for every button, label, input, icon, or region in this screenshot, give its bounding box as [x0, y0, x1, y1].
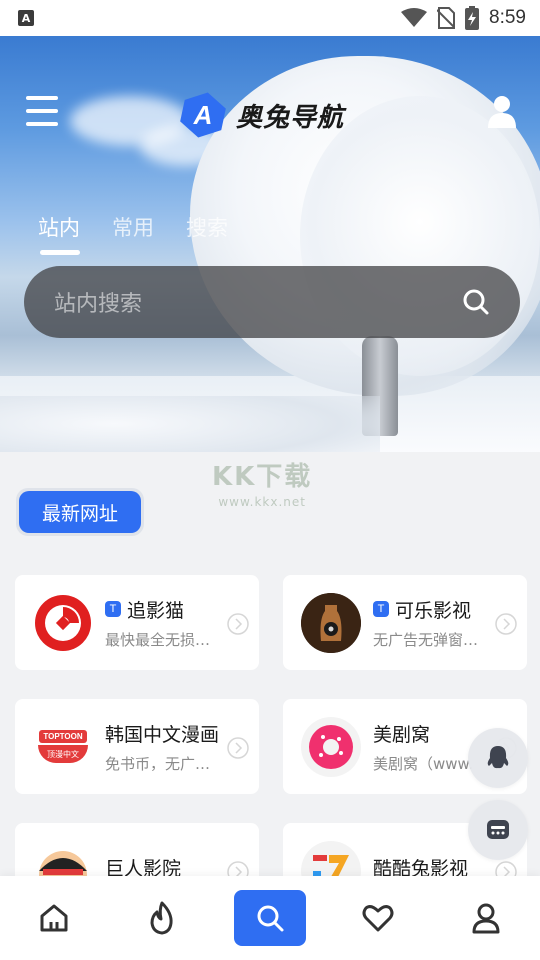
home-icon — [40, 904, 68, 932]
wifi-icon — [401, 8, 428, 27]
zhuiyingmao-logo — [33, 592, 93, 653]
nav-favorites[interactable] — [342, 890, 414, 946]
site-card[interactable]: T 可乐影视 无广告无弹窗… — [283, 575, 527, 670]
qq-icon — [487, 746, 509, 769]
tab-site[interactable]: 站内 — [38, 212, 80, 255]
brand-logo-shape: A — [180, 92, 226, 138]
card-title-row: T 追影猫 — [105, 596, 231, 623]
toptoon-logo: TOPTOON 顶漫中文 — [33, 716, 93, 777]
chevron-right-icon — [495, 613, 517, 635]
notification-app-glyph: A — [21, 11, 31, 25]
card-text: T 可乐影视 无广告无弹窗… — [373, 596, 499, 650]
watermark-title: KK下载 — [212, 462, 313, 492]
card-title-row: T 可乐影视 — [373, 596, 499, 623]
nav-search[interactable] — [234, 890, 306, 946]
tab-common[interactable]: 常用 — [112, 212, 154, 242]
card-text: T 追影猫 最快最全无损… — [105, 596, 231, 650]
status-icons: 8:59 — [401, 6, 526, 30]
card-title-row: 韩国中文漫画 — [105, 720, 231, 747]
search-box[interactable]: 站内搜索 — [24, 266, 520, 338]
chevron-right-icon — [227, 737, 249, 759]
card-title: 美剧窝 — [373, 723, 431, 746]
toptoon-logo-bottom: 顶漫中文 — [38, 745, 88, 763]
card-text: 韩国中文漫画 免书币，无广… — [105, 720, 231, 774]
card-desc: 无广告无弹窗… — [373, 630, 479, 649]
site-card[interactable]: T 追影猫 最快最全无损… — [15, 575, 259, 670]
card-title: 追影猫 — [127, 599, 185, 622]
chevron-right-icon — [227, 613, 249, 635]
t-badge: T — [373, 601, 389, 617]
card-title: 韩国中文漫画 — [105, 723, 220, 746]
profile-icon — [472, 903, 500, 934]
card-desc: 免书币，无广… — [105, 754, 211, 773]
site-card[interactable]: TOPTOON 顶漫中文 韩国中文漫画 免书币，无广… — [15, 699, 259, 794]
watermark: KK下载 www.kkx.net — [212, 456, 312, 509]
chat-float-button[interactable] — [468, 800, 528, 860]
heart-icon — [362, 905, 394, 932]
nav-home[interactable] — [18, 890, 90, 946]
watermark-url: www.kkx.net — [218, 495, 306, 509]
search-icon — [257, 905, 284, 932]
search-icon[interactable] — [462, 288, 490, 316]
toptoon-logo-top: TOPTOON — [39, 730, 87, 743]
card-title: 可乐影视 — [395, 599, 472, 622]
fire-icon — [150, 901, 173, 935]
latest-sites-button[interactable]: 最新网址 — [19, 491, 141, 533]
bottom-nav — [0, 876, 540, 960]
brand-title: 奥兔导航 — [236, 102, 345, 133]
notification-app-icon: A — [18, 10, 34, 26]
card-desc: 最快最全无损… — [105, 630, 211, 649]
nav-profile[interactable] — [450, 890, 522, 946]
brand-logo-letter: A — [193, 100, 213, 130]
brand: A 奥兔导航 — [178, 90, 344, 140]
hero-banner: A 奥兔导航 站内 常用 搜索 站内搜索 — [0, 36, 540, 452]
menu-icon[interactable] — [26, 96, 58, 126]
t-badge: T — [105, 601, 121, 617]
latest-tab-wrapper: 最新网址 — [16, 488, 144, 536]
snowy-shrubs — [0, 396, 380, 452]
tab-search[interactable]: 搜索 — [186, 212, 228, 242]
search-input[interactable]: 站内搜索 — [54, 286, 462, 318]
message-icon — [487, 820, 509, 839]
status-time: 8:59 — [489, 7, 526, 28]
no-sim-icon — [437, 7, 456, 29]
category-tabs: 站内 常用 搜索 — [38, 212, 228, 255]
brand-logo: A — [178, 90, 228, 140]
nav-hot[interactable] — [126, 890, 198, 946]
kele-logo — [301, 592, 361, 653]
meijuwo-logo — [301, 716, 361, 777]
battery-charging-icon — [465, 6, 480, 30]
status-bar: A 8:59 — [0, 0, 540, 36]
user-icon[interactable] — [486, 94, 518, 128]
qq-float-button[interactable] — [468, 728, 528, 788]
